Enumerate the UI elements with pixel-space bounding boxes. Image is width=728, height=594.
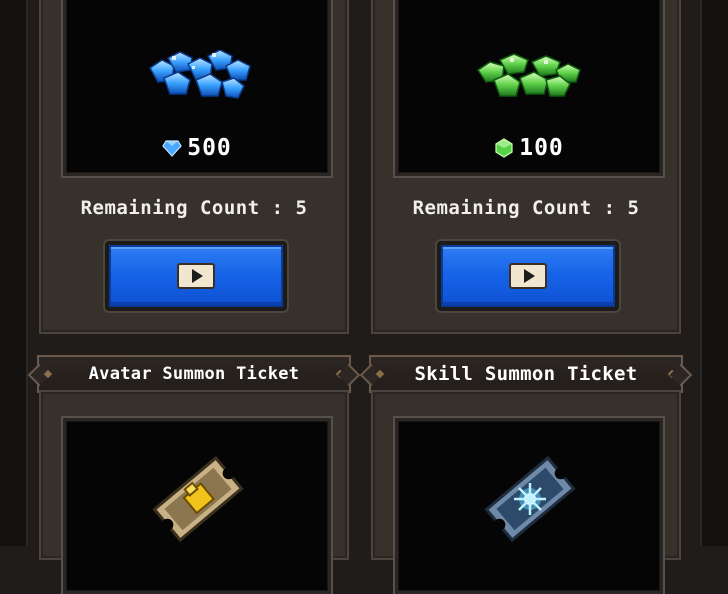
blue-diamond-pile-icon [142, 49, 252, 100]
gem-reward-slot: 100 [395, 0, 663, 176]
diamond-amount: 500 [66, 135, 328, 161]
watch-ad-button[interactable] [437, 241, 619, 311]
play-video-icon [177, 263, 215, 289]
skill-summon-ticket-title: Skill Summon Ticket [359, 355, 693, 393]
watch-ad-button-face[interactable] [441, 245, 615, 307]
blue-diamond-icon [162, 140, 182, 157]
skill-ticket-slot [395, 418, 663, 594]
watch-ad-button[interactable] [105, 241, 287, 311]
avatar-summon-ticket-label: Avatar Summon Ticket [88, 364, 300, 384]
gem-amount: 100 [398, 135, 660, 161]
left-frame [0, 0, 28, 546]
avatar-ticket-icon [152, 455, 244, 543]
gem-offer-card: 100 Remaining Count : 5 [371, 0, 681, 334]
play-video-icon [509, 263, 547, 289]
green-gem-icon [495, 138, 513, 158]
avatar-ticket-slot [63, 418, 331, 594]
skill-summon-ticket-label: Skill Summon Ticket [414, 363, 638, 385]
remaining-count-label: Remaining Count : 5 [80, 197, 308, 219]
green-gem-pile-icon [474, 50, 584, 100]
skill-ticket-card[interactable] [371, 390, 681, 594]
remaining-count-label: Remaining Count : 5 [412, 197, 640, 219]
watch-ad-button-face[interactable] [109, 245, 283, 307]
diamond-offer-card: 500 Remaining Count : 5 [39, 0, 349, 334]
avatar-ticket-card[interactable] [39, 390, 349, 594]
diamond-reward-slot: 500 [63, 0, 331, 176]
avatar-summon-ticket-title: Avatar Summon Ticket [27, 355, 361, 393]
diamond-amount-value: 500 [187, 135, 232, 161]
right-frame [700, 0, 728, 546]
gem-amount-value: 100 [519, 135, 564, 161]
skill-ticket-icon [484, 455, 576, 543]
